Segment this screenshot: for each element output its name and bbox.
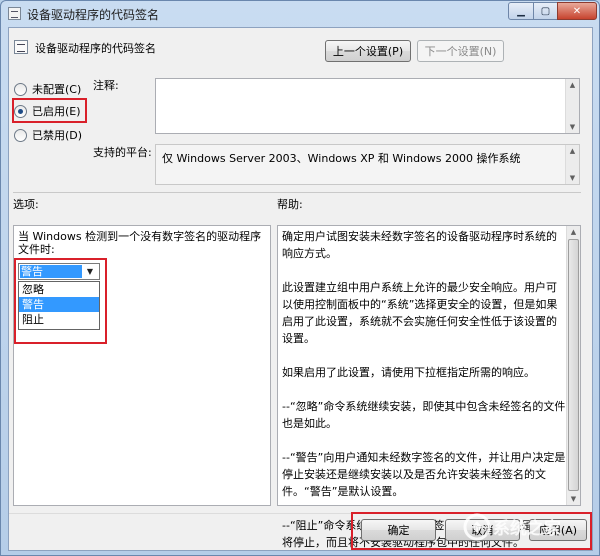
radio-label: 未配置(C) bbox=[32, 83, 82, 96]
scroll-down-icon[interactable]: ▼ bbox=[566, 172, 579, 184]
supported-on-label: 支持的平台: bbox=[93, 146, 152, 159]
scrollbar-thumb[interactable] bbox=[568, 239, 579, 491]
help-panel: 确定用户试图安装未经数字签名的设备驱动程序时系统的响应方式。 此设置建立组中用户… bbox=[277, 225, 581, 549]
scroll-up-icon[interactable]: ▲ bbox=[566, 145, 579, 157]
scroll-up-icon[interactable]: ▲ bbox=[566, 79, 579, 91]
radio-label: 已启用(E) bbox=[32, 105, 81, 118]
apply-button[interactable]: 应用(A) bbox=[529, 519, 587, 541]
comment-textarea[interactable]: ▲ ▼ bbox=[155, 78, 580, 134]
radio-circle[interactable] bbox=[14, 82, 27, 96]
response-dropdown-list: 忽略 警告 阻止 bbox=[18, 281, 100, 330]
comment-label: 注释: bbox=[93, 79, 119, 92]
help-text: 确定用户试图安装未经数字签名的设备驱动程序时系统的响应方式。 此设置建立组中用户… bbox=[282, 230, 566, 549]
title-bar[interactable]: 设备驱动程序的代码签名 ▁ ▢ ✕ bbox=[1, 1, 599, 27]
next-setting-button[interactable]: 下一个设置(N) bbox=[417, 40, 504, 62]
options-description: 当 Windows 检测到一个没有数字签名的驱动程序文件时: bbox=[18, 230, 262, 256]
radio-label: 已禁用(D) bbox=[32, 129, 83, 142]
select-value: 警告 bbox=[20, 265, 82, 278]
radio-circle-checked[interactable] bbox=[14, 104, 27, 118]
radio-circle[interactable] bbox=[14, 128, 27, 142]
maximize-icon: ▢ bbox=[540, 5, 551, 17]
response-select[interactable]: 警告 ▼ bbox=[18, 263, 100, 280]
dropdown-item-ignore[interactable]: 忽略 bbox=[19, 282, 99, 297]
scroll-up-icon[interactable]: ▲ bbox=[567, 226, 580, 238]
dialog-client: 设备驱动程序的代码签名 上一个设置(P) 下一个设置(N) 未配置(C) 已启用… bbox=[8, 27, 593, 551]
policy-icon bbox=[8, 7, 21, 20]
radio-enabled[interactable]: 已启用(E) bbox=[14, 103, 81, 119]
previous-setting-button[interactable]: 上一个设置(P) bbox=[325, 40, 411, 62]
maximize-button[interactable]: ▢ bbox=[533, 2, 558, 20]
scroll-down-icon[interactable]: ▼ bbox=[567, 493, 580, 505]
dialog-window: 设备驱动程序的代码签名 ▁ ▢ ✕ 设备驱动程序的代码签名 上一个设置(P) 下… bbox=[0, 0, 600, 556]
dropdown-item-block[interactable]: 阻止 bbox=[19, 312, 99, 327]
help-label: 帮助: bbox=[277, 198, 303, 211]
supported-on-field: 仅 Windows Server 2003、Windows XP 和 Windo… bbox=[155, 144, 580, 185]
options-label: 选项: bbox=[13, 198, 39, 211]
help-scrollbar[interactable]: ▲ ▼ bbox=[566, 226, 580, 505]
close-icon: ✕ bbox=[572, 5, 582, 17]
comment-scrollbar[interactable]: ▲ ▼ bbox=[565, 79, 579, 133]
section-divider bbox=[13, 192, 581, 193]
minimize-icon: ▁ bbox=[517, 5, 525, 17]
minimize-button[interactable]: ▁ bbox=[508, 2, 534, 20]
chevron-down-icon[interactable]: ▼ bbox=[83, 265, 97, 278]
radio-not-configured[interactable]: 未配置(C) bbox=[14, 81, 81, 97]
footer-divider bbox=[9, 513, 592, 514]
scroll-down-icon[interactable]: ▼ bbox=[566, 121, 579, 133]
setting-icon bbox=[14, 40, 28, 54]
setting-title: 设备驱动程序的代码签名 bbox=[35, 42, 156, 55]
options-panel: 当 Windows 检测到一个没有数字签名的驱动程序文件时: 警告 ▼ 忽略 警… bbox=[13, 225, 271, 506]
dropdown-item-warn[interactable]: 警告 bbox=[19, 297, 99, 312]
window-title: 设备驱动程序的代码签名 bbox=[27, 8, 160, 22]
ok-button[interactable]: 确定 bbox=[361, 519, 436, 541]
supported-on-value: 仅 Windows Server 2003、Windows XP 和 Windo… bbox=[162, 152, 521, 165]
radio-disabled[interactable]: 已禁用(D) bbox=[14, 127, 82, 143]
cancel-button[interactable]: 取消 bbox=[445, 519, 520, 541]
platform-scrollbar[interactable]: ▲ ▼ bbox=[565, 145, 579, 184]
close-button[interactable]: ✕ bbox=[557, 2, 597, 20]
